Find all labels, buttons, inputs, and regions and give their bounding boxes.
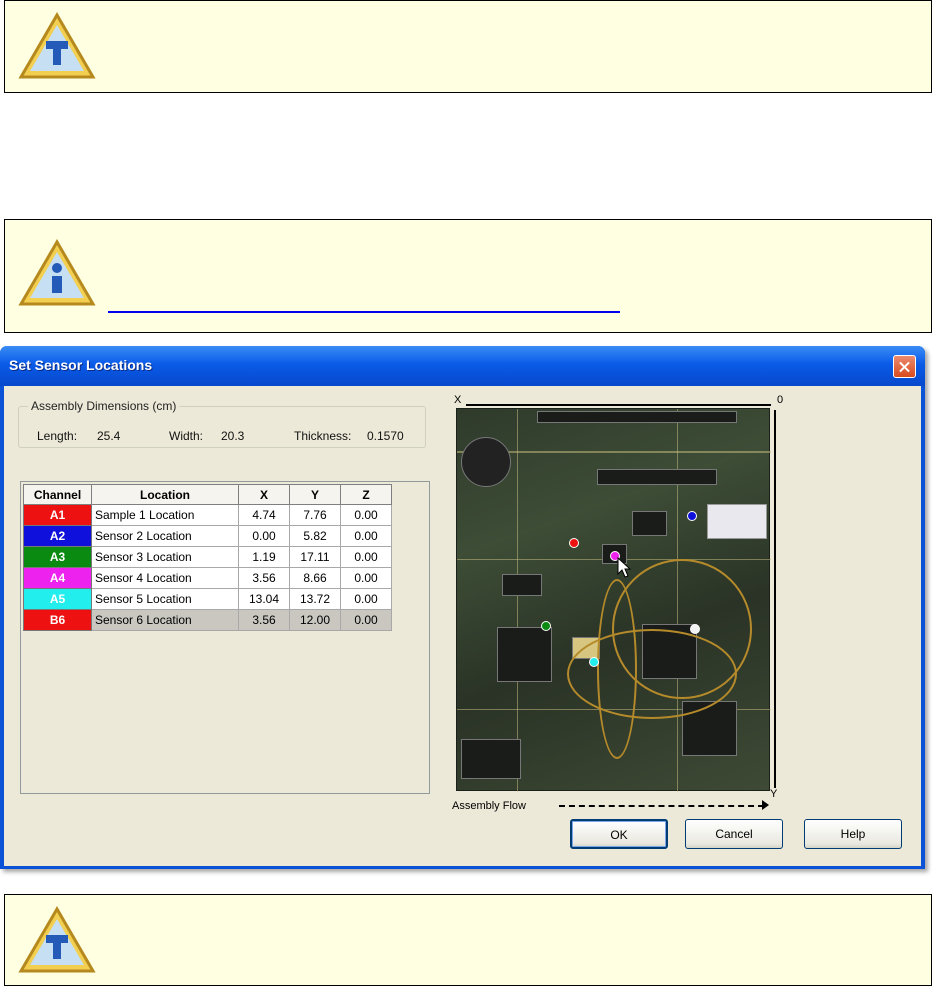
tool-icon xyxy=(18,906,96,973)
x-cell[interactable]: 1.19 xyxy=(238,546,290,568)
origin-label: 0 xyxy=(777,394,784,406)
z-cell[interactable]: 0.00 xyxy=(340,525,392,547)
x-axis-label: X xyxy=(454,394,462,406)
arrow-right-icon xyxy=(762,800,769,810)
ic-chip xyxy=(597,469,717,485)
table-row[interactable]: A3 Sensor 3 Location 1.19 17.11 0.00 xyxy=(23,546,392,568)
col-header-y[interactable]: Y xyxy=(289,484,341,505)
location-cell[interactable]: Sensor 4 Location xyxy=(91,567,239,589)
help-button[interactable]: Help xyxy=(804,819,902,849)
y-axis-line xyxy=(774,410,776,788)
label-sticker xyxy=(707,504,767,539)
sensor-wire xyxy=(612,559,752,699)
sensor-marker-a2[interactable] xyxy=(687,511,697,521)
y-axis-label: Y xyxy=(770,788,778,800)
channel-cell[interactable]: A3 xyxy=(23,546,92,568)
col-header-channel[interactable]: Channel xyxy=(23,484,92,505)
notice-box-tool-1 xyxy=(4,0,932,93)
assembly-dimensions-legend: Assembly Dimensions (cm) xyxy=(28,399,180,413)
z-cell[interactable]: 0.00 xyxy=(340,609,392,631)
sensor-marker-b6[interactable] xyxy=(690,624,700,634)
channel-cell[interactable]: A4 xyxy=(23,567,92,589)
connector-chip xyxy=(537,411,737,423)
thickness-value: 0.1570 xyxy=(367,429,404,443)
table-row[interactable]: A2 Sensor 2 Location 0.00 5.82 0.00 xyxy=(23,525,392,547)
length-label: Length: xyxy=(37,429,78,443)
thickness-label: Thickness: xyxy=(294,429,352,443)
location-cell[interactable]: Sensor 5 Location xyxy=(91,588,239,610)
location-cell[interactable]: Sample 1 Location xyxy=(91,504,239,526)
sensor-table-area[interactable]: Channel Location X Y Z A1 Sample 1 Locat… xyxy=(20,481,430,794)
x-axis-line xyxy=(466,404,771,406)
y-cell[interactable]: 8.66 xyxy=(289,567,341,589)
assembly-dimensions-group: Assembly Dimensions (cm) Length: 25.4 Wi… xyxy=(18,399,426,448)
dialog-titlebar[interactable]: Set Sensor Locations xyxy=(0,346,925,386)
sensor-marker-a1[interactable] xyxy=(569,538,579,548)
col-header-x[interactable]: X xyxy=(238,484,290,505)
x-cell[interactable]: 3.56 xyxy=(238,567,290,589)
y-cell[interactable]: 17.11 xyxy=(289,546,341,568)
width-label: Width: xyxy=(169,429,204,443)
z-cell[interactable]: 0.00 xyxy=(340,588,392,610)
close-button[interactable] xyxy=(893,355,916,378)
sensor-table: Channel Location X Y Z A1 Sample 1 Locat… xyxy=(23,484,392,631)
x-cell[interactable]: 13.04 xyxy=(238,588,290,610)
z-cell[interactable]: 0.00 xyxy=(340,567,392,589)
help-link[interactable] xyxy=(108,299,620,313)
set-sensor-locations-dialog: Set Sensor Locations Assembly Dimensions… xyxy=(0,346,925,869)
channel-cell[interactable]: A2 xyxy=(23,525,92,547)
dialog-client: Assembly Dimensions (cm) Length: 25.4 Wi… xyxy=(4,386,921,866)
pcb-image[interactable] xyxy=(456,408,771,792)
channel-cell[interactable]: B6 xyxy=(23,609,92,631)
ic-chip xyxy=(461,739,521,779)
table-row[interactable]: A5 Sensor 5 Location 13.04 13.72 0.00 xyxy=(23,588,392,610)
y-cell[interactable]: 7.76 xyxy=(289,504,341,526)
dialog-title: Set Sensor Locations xyxy=(9,357,153,373)
z-cell[interactable]: 0.00 xyxy=(340,504,392,526)
col-header-z[interactable]: Z xyxy=(340,484,392,505)
table-row[interactable]: A4 Sensor 4 Location 3.56 8.66 0.00 xyxy=(23,567,392,589)
info-icon xyxy=(18,239,96,306)
location-cell[interactable]: Sensor 2 Location xyxy=(91,525,239,547)
battery xyxy=(461,437,511,487)
channel-cell[interactable]: A1 xyxy=(23,504,92,526)
length-value: 25.4 xyxy=(97,429,121,443)
tool-icon xyxy=(18,12,96,79)
table-row-selected[interactable]: B6 Sensor 6 Location 3.56 12.00 0.00 xyxy=(23,609,392,631)
width-value: 20.3 xyxy=(221,429,245,443)
notice-box-tool-2 xyxy=(4,894,932,986)
y-cell[interactable]: 13.72 xyxy=(289,588,341,610)
location-cell[interactable]: Sensor 3 Location xyxy=(91,546,239,568)
board-view: X 0 Y xyxy=(450,394,785,810)
col-header-location[interactable]: Location xyxy=(91,484,239,505)
x-cell[interactable]: 3.56 xyxy=(238,609,290,631)
sensor-marker-a3[interactable] xyxy=(541,621,551,631)
table-row[interactable]: A1 Sample 1 Location 4.74 7.76 0.00 xyxy=(23,504,392,526)
ic-chip xyxy=(497,627,552,682)
assembly-flow-line xyxy=(559,805,764,807)
x-cell[interactable]: 0.00 xyxy=(238,525,290,547)
location-cell[interactable]: Sensor 6 Location xyxy=(91,609,239,631)
ic-chip xyxy=(502,574,542,596)
sensor-marker-a5[interactable] xyxy=(589,657,599,667)
y-cell[interactable]: 12.00 xyxy=(289,609,341,631)
y-cell[interactable]: 5.82 xyxy=(289,525,341,547)
cancel-button[interactable]: Cancel xyxy=(685,819,783,849)
x-cell[interactable]: 4.74 xyxy=(238,504,290,526)
mouse-pointer-icon xyxy=(617,557,631,578)
ic-chip xyxy=(632,511,667,536)
channel-cell[interactable]: A5 xyxy=(23,588,92,610)
z-cell[interactable]: 0.00 xyxy=(340,546,392,568)
assembly-flow-label: Assembly Flow xyxy=(452,800,526,812)
ok-button[interactable]: OK xyxy=(570,819,668,849)
notice-box-info xyxy=(4,219,932,333)
